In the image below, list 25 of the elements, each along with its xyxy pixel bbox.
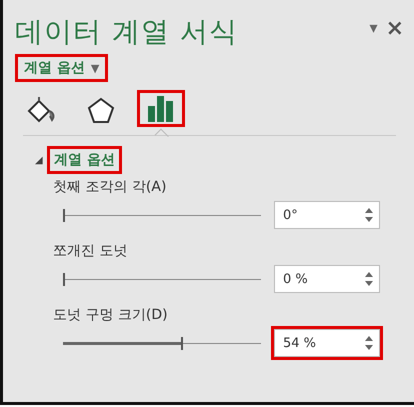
close-button[interactable]: × [386,18,404,40]
bar-chart-icon [148,96,173,122]
spin-arrows-icon[interactable] [365,271,373,287]
spin-arrows-icon[interactable] [365,207,373,223]
paint-bucket-icon [28,96,54,122]
pane-title: 데이터 계열 서식 [15,14,238,50]
collapse-toggle[interactable]: ◢ [35,154,43,166]
spin-value: 0° [283,208,298,222]
spin-value: 0 % [283,272,308,286]
pane-menu-button[interactable]: ▾ [370,18,378,40]
setting-label: 쪼개진 도넛 [53,242,128,260]
slider-thumb[interactable] [180,337,183,350]
spin-box[interactable]: 54 % [274,329,380,357]
slider[interactable] [63,336,261,350]
section-title[interactable]: 계열 옵션 [47,146,122,174]
pentagon-icon [88,98,114,123]
spin-box[interactable]: 0 % [274,265,380,293]
spin-arrows-icon[interactable] [365,335,373,351]
setting-label: 첫째 조각의 각(A) [53,178,166,196]
slider[interactable] [63,208,261,222]
spin-box[interactable]: 0° [274,201,380,229]
slider[interactable] [63,272,261,286]
spin-value: 54 % [283,336,316,350]
setting-label: 도넛 구멍 크기(D) [53,306,168,324]
options-dropdown[interactable]: 계열 옵션 ▼ [15,54,108,82]
